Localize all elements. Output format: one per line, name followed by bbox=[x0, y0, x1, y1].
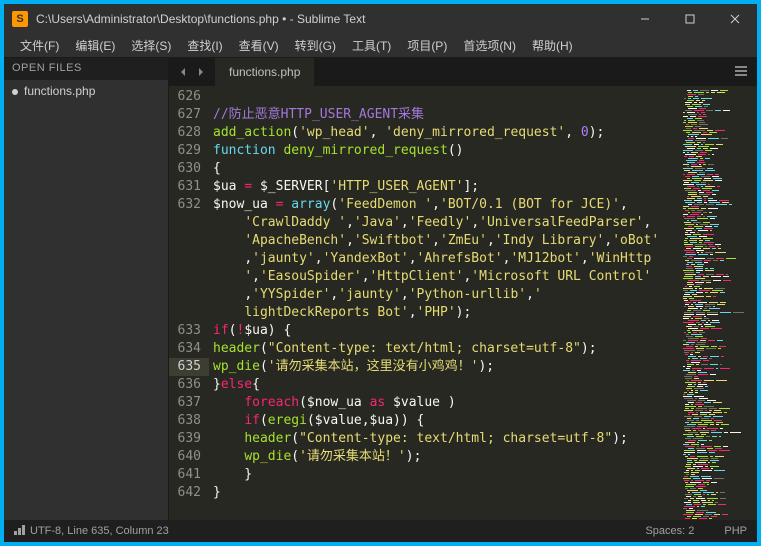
app-icon: S bbox=[12, 11, 28, 27]
menu-item[interactable]: 转到(G) bbox=[287, 37, 344, 54]
code-area[interactable]: 626627628629630631632 633634635636637638… bbox=[169, 86, 757, 520]
menubar: 文件(F)编辑(E)选择(S)查找(I)查看(V)转到(G)工具(T)项目(P)… bbox=[4, 34, 757, 58]
status-spaces[interactable]: Spaces: 2 bbox=[645, 525, 694, 537]
window-title: C:\Users\Administrator\Desktop\functions… bbox=[36, 12, 622, 26]
menu-item[interactable]: 首选项(N) bbox=[455, 37, 524, 54]
menu-item[interactable]: 工具(T) bbox=[344, 37, 399, 54]
menu-item[interactable]: 文件(F) bbox=[12, 37, 67, 54]
status-position: UTF-8, Line 635, Column 23 bbox=[30, 525, 169, 537]
menu-item[interactable]: 选择(S) bbox=[123, 37, 179, 54]
stats-icon bbox=[14, 525, 26, 538]
tab-functions[interactable]: functions.php bbox=[215, 58, 315, 86]
maximize-button[interactable] bbox=[667, 4, 712, 34]
main-area: OPEN FILES functions.php functions.php 6… bbox=[4, 58, 757, 520]
menu-item[interactable]: 帮助(H) bbox=[524, 37, 581, 54]
tab-prev-button[interactable] bbox=[175, 64, 191, 80]
menu-item[interactable]: 编辑(E) bbox=[67, 37, 123, 54]
open-file-item[interactable]: functions.php bbox=[4, 80, 168, 102]
gutter: 626627628629630631632 633634635636637638… bbox=[169, 86, 209, 520]
sidebar: OPEN FILES functions.php bbox=[4, 58, 169, 520]
close-button[interactable] bbox=[712, 4, 757, 34]
tab-next-button[interactable] bbox=[193, 64, 209, 80]
menu-item[interactable]: 项目(P) bbox=[399, 37, 455, 54]
tabbar: functions.php bbox=[169, 58, 757, 86]
sidebar-header: OPEN FILES bbox=[4, 58, 168, 80]
titlebar: S C:\Users\Administrator\Desktop\functio… bbox=[4, 4, 757, 34]
editor-area: functions.php 626627628629630631632 6336… bbox=[169, 58, 757, 520]
app-window: S C:\Users\Administrator\Desktop\functio… bbox=[4, 4, 757, 542]
status-language[interactable]: PHP bbox=[724, 525, 747, 537]
minimize-button[interactable] bbox=[622, 4, 667, 34]
menu-item[interactable]: 查看(V) bbox=[231, 37, 287, 54]
window-controls bbox=[622, 4, 757, 34]
statusbar: UTF-8, Line 635, Column 23 Spaces: 2 PHP bbox=[4, 520, 757, 542]
menu-item[interactable]: 查找(I) bbox=[179, 37, 230, 54]
tab-nav bbox=[169, 64, 215, 80]
code-content[interactable]: //防止恶意HTTP_USER_AGENT采集add_action('wp_he… bbox=[209, 86, 677, 520]
dirty-indicator-icon bbox=[12, 89, 18, 95]
minimap[interactable] bbox=[677, 86, 757, 520]
tab-menu-button[interactable] bbox=[725, 63, 757, 81]
status-left[interactable]: UTF-8, Line 635, Column 23 bbox=[14, 525, 645, 538]
